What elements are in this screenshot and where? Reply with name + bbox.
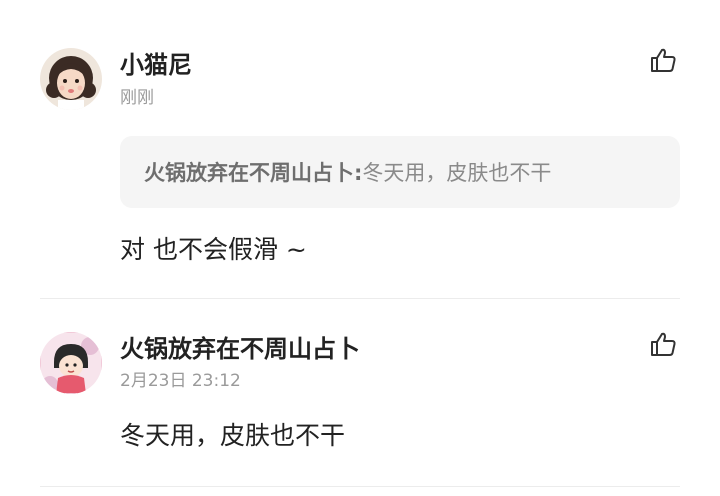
comment-text: 对 也不会假滑 ~ [120,235,307,264]
thumbs-up-icon[interactable] [648,45,678,75]
avatar[interactable] [40,48,102,110]
comment-time: 刚刚 [120,88,154,108]
quoted-reply[interactable]: 火锅放弃在不周山占卜: 冬天用，皮肤也不干 [120,136,680,208]
comment-time: 2月23日 23:12 [120,371,241,391]
username[interactable]: 小猫尼 [120,53,192,77]
avatar[interactable] [40,332,102,394]
username[interactable]: 火锅放弃在不周山占卜 [120,337,360,361]
thumbs-up-icon[interactable] [648,329,678,359]
quoted-text: 冬天用，皮肤也不干 [362,161,552,185]
quoted-author[interactable]: 火锅放弃在不周山占卜: [144,157,362,187]
comment-text: 冬天用，皮肤也不干 [120,421,346,450]
divider [40,486,680,487]
comment-list: 小猫尼 刚刚 火锅放弃在不周山占卜: 冬天用，皮肤也不干 对 也不会假滑 ~ 火… [0,0,720,496]
divider [40,298,680,299]
